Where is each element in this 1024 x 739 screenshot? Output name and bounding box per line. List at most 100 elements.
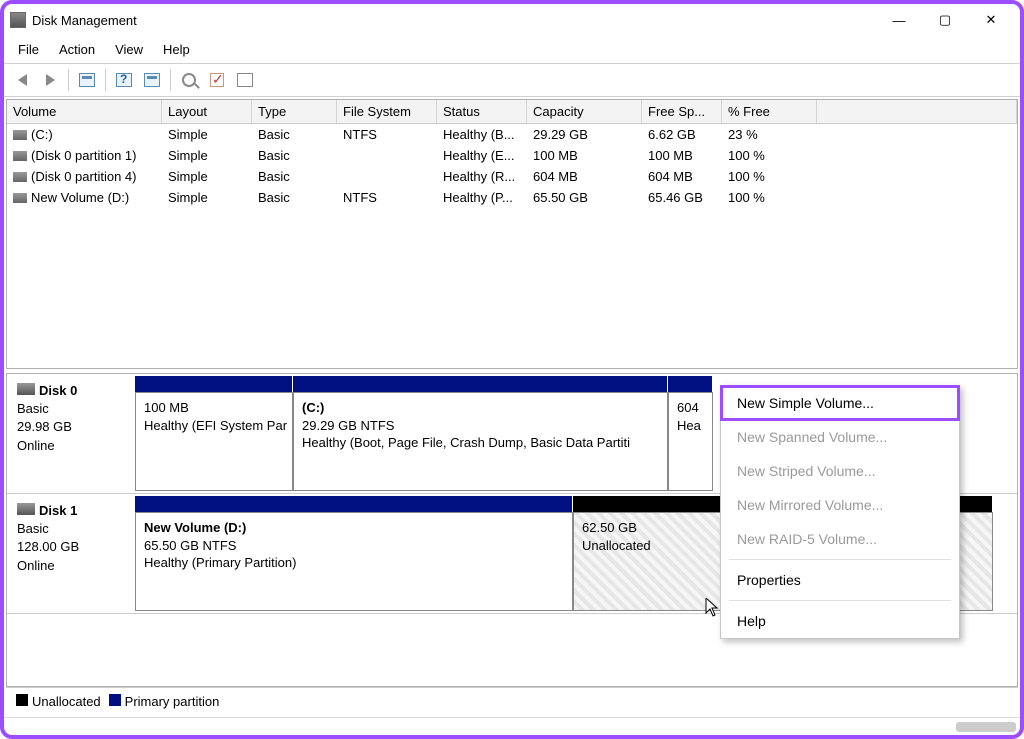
maximize-button[interactable]: ▢ bbox=[922, 4, 968, 36]
menu-view[interactable]: View bbox=[105, 38, 153, 61]
cell: 65.46 GB bbox=[642, 188, 722, 207]
app-icon bbox=[10, 12, 26, 28]
cell bbox=[337, 167, 437, 186]
cell bbox=[337, 146, 437, 165]
menu-item[interactable]: New Simple Volume... bbox=[721, 386, 959, 420]
col-capacity[interactable]: Capacity bbox=[527, 100, 642, 123]
disk-icon bbox=[17, 503, 35, 515]
swatch-primary-icon bbox=[109, 694, 121, 706]
help-icon bbox=[116, 73, 132, 87]
menu-separator bbox=[729, 600, 951, 601]
cell: Basic bbox=[252, 125, 337, 144]
check-icon bbox=[210, 73, 224, 87]
menu-file[interactable]: File bbox=[8, 38, 49, 61]
menu-help[interactable]: Help bbox=[153, 38, 200, 61]
cell: 100 MB bbox=[642, 146, 722, 165]
col-status[interactable]: Status bbox=[437, 100, 527, 123]
separator bbox=[170, 69, 171, 91]
properties-button[interactable] bbox=[75, 68, 99, 92]
disk-label[interactable]: Disk 0Basic29.98 GBOnline bbox=[7, 374, 135, 493]
cell: 29.29 GB bbox=[527, 125, 642, 144]
volume-list[interactable]: Volume Layout Type File System Status Ca… bbox=[6, 99, 1018, 369]
stripe-seg bbox=[668, 376, 713, 392]
table-row[interactable]: (Disk 0 partition 4)SimpleBasicHealthy (… bbox=[7, 166, 1017, 187]
cell: Healthy (P... bbox=[437, 188, 527, 207]
disk-label[interactable]: Disk 1Basic128.00 GBOnline bbox=[7, 494, 135, 613]
table-row[interactable]: (C:)SimpleBasicNTFSHealthy (B...29.29 GB… bbox=[7, 124, 1017, 145]
col-filesystem[interactable]: File System bbox=[337, 100, 437, 123]
cell: Healthy (B... bbox=[437, 125, 527, 144]
volume-list-header: Volume Layout Type File System Status Ca… bbox=[7, 100, 1017, 124]
drive-icon bbox=[13, 130, 27, 140]
cell: Healthy (E... bbox=[437, 146, 527, 165]
cell: 6.62 GB bbox=[642, 125, 722, 144]
arrow-left-icon bbox=[18, 74, 27, 86]
search-icon bbox=[182, 73, 196, 87]
drive-icon bbox=[13, 151, 27, 161]
pane-top-button[interactable] bbox=[140, 68, 164, 92]
cell: Simple bbox=[162, 188, 252, 207]
partition[interactable]: 604Hea bbox=[668, 392, 713, 491]
cell: 100 % bbox=[722, 146, 817, 165]
titlebar: Disk Management — ▢ ✕ bbox=[4, 4, 1020, 36]
cursor-icon bbox=[705, 598, 719, 618]
stripe-seg bbox=[135, 496, 573, 512]
table-row[interactable]: (Disk 0 partition 1)SimpleBasicHealthy (… bbox=[7, 145, 1017, 166]
toolbar bbox=[4, 64, 1020, 97]
col-free[interactable]: Free Sp... bbox=[642, 100, 722, 123]
cell: (C:) bbox=[7, 125, 162, 144]
cell: 100 MB bbox=[527, 146, 642, 165]
col-type[interactable]: Type bbox=[252, 100, 337, 123]
stripe-seg bbox=[135, 376, 293, 392]
forward-button[interactable] bbox=[38, 68, 62, 92]
menu-item: New Striped Volume... bbox=[721, 454, 959, 488]
cell: 604 MB bbox=[642, 167, 722, 186]
col-pctfree[interactable]: % Free bbox=[722, 100, 817, 123]
context-menu: New Simple Volume...New Spanned Volume..… bbox=[720, 385, 960, 639]
legend: Unallocated Primary partition bbox=[6, 687, 1018, 715]
menu-separator bbox=[729, 559, 951, 560]
cell: NTFS bbox=[337, 188, 437, 207]
separator bbox=[105, 69, 106, 91]
col-layout[interactable]: Layout bbox=[162, 100, 252, 123]
legend-primary: Primary partition bbox=[109, 694, 220, 709]
cell: 65.50 GB bbox=[527, 188, 642, 207]
partition[interactable]: (C:)29.29 GB NTFSHealthy (Boot, Page Fil… bbox=[293, 392, 668, 491]
col-volume[interactable]: Volume bbox=[7, 100, 162, 123]
cell: Simple bbox=[162, 167, 252, 186]
search-button[interactable] bbox=[177, 68, 201, 92]
help-button[interactable] bbox=[112, 68, 136, 92]
table-row[interactable]: New Volume (D:)SimpleBasicNTFSHealthy (P… bbox=[7, 187, 1017, 208]
drive-icon bbox=[13, 193, 27, 203]
drive-icon bbox=[13, 172, 27, 182]
horizontal-scrollbar[interactable] bbox=[4, 717, 1020, 735]
swatch-unallocated-icon bbox=[16, 694, 28, 706]
menu-item: New RAID-5 Volume... bbox=[721, 522, 959, 556]
cell: 100 % bbox=[722, 167, 817, 186]
cell: Simple bbox=[162, 125, 252, 144]
back-button[interactable] bbox=[10, 68, 34, 92]
cell: Healthy (R... bbox=[437, 167, 527, 186]
scroll-thumb[interactable] bbox=[956, 722, 1016, 732]
menu-item: New Spanned Volume... bbox=[721, 420, 959, 454]
window-title: Disk Management bbox=[32, 13, 876, 28]
cell: (Disk 0 partition 4) bbox=[7, 167, 162, 186]
cell: 604 MB bbox=[527, 167, 642, 186]
menu-item[interactable]: Properties bbox=[721, 563, 959, 597]
col-spacer bbox=[817, 100, 1017, 123]
minimize-button[interactable]: — bbox=[876, 4, 922, 36]
volume-list-body: (C:)SimpleBasicNTFSHealthy (B...29.29 GB… bbox=[7, 124, 1017, 208]
partition[interactable]: 100 MBHealthy (EFI System Par bbox=[135, 392, 293, 491]
partition[interactable]: New Volume (D:)65.50 GB NTFSHealthy (Pri… bbox=[135, 512, 573, 611]
refresh-button[interactable] bbox=[205, 68, 229, 92]
menu-item[interactable]: Help bbox=[721, 604, 959, 638]
list-button[interactable] bbox=[233, 68, 257, 92]
close-button[interactable]: ✕ bbox=[968, 4, 1014, 36]
separator bbox=[68, 69, 69, 91]
window-controls: — ▢ ✕ bbox=[876, 4, 1014, 36]
cell: NTFS bbox=[337, 125, 437, 144]
cell: Basic bbox=[252, 146, 337, 165]
pane-icon bbox=[144, 73, 160, 87]
cell: (Disk 0 partition 1) bbox=[7, 146, 162, 165]
menu-action[interactable]: Action bbox=[49, 38, 105, 61]
